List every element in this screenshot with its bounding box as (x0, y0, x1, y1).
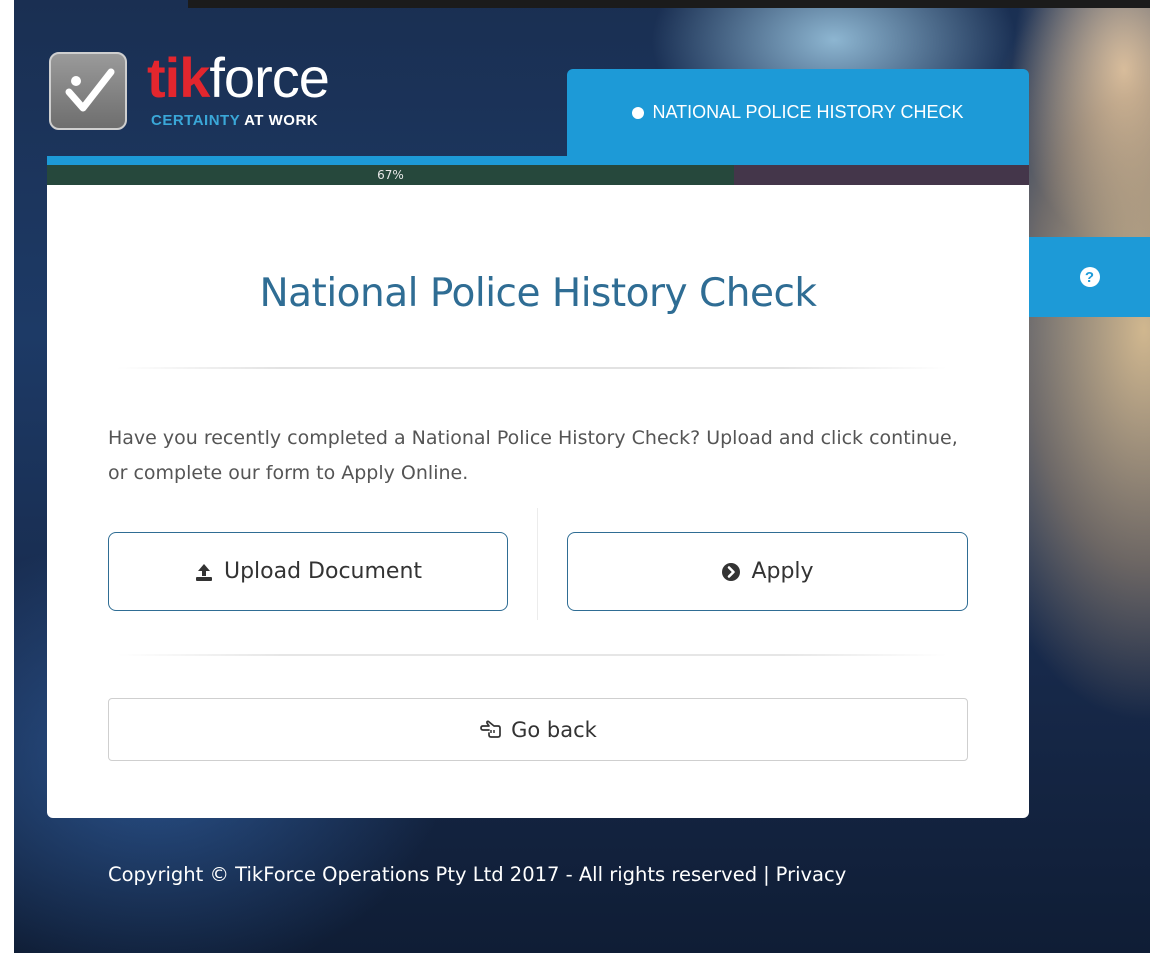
progress-bar: 67% (47, 156, 1029, 186)
progress-track: 67% (47, 165, 1029, 185)
vertical-divider (537, 508, 538, 620)
go-back-button[interactable]: Go back (108, 698, 968, 761)
tab-label: NATIONAL POLICE HISTORY CHECK (652, 102, 964, 122)
header: tikforce CERTAINTY AT WORK NATIONAL POLI… (47, 40, 1029, 156)
upload-icon (195, 563, 212, 581)
hand-point-left-icon (480, 720, 501, 738)
apply-button-label: Apply (751, 559, 814, 584)
logo-wordmark: tikforce (147, 46, 330, 109)
chevron-circle-right-icon (722, 562, 741, 581)
footer-separator: | (763, 863, 770, 886)
upload-document-button[interactable]: Upload Document (108, 532, 508, 611)
copyright-text: Copyright © TikForce Operations Pty Ltd … (108, 863, 758, 886)
logo-tagline: CERTAINTY AT WORK (151, 112, 319, 129)
privacy-link[interactable]: Privacy (776, 863, 847, 886)
help-tab[interactable]: ? (1029, 237, 1150, 317)
progress-accent-strip (47, 156, 1029, 165)
circle-dot-icon (632, 106, 645, 119)
footer: Copyright © TikForce Operations Pty Ltd … (108, 863, 846, 886)
top-dark-bar (188, 0, 1150, 8)
go-back-label: Go back (511, 717, 597, 742)
description-text: Have you recently completed a National P… (108, 427, 958, 484)
main-card: National Police History Check Have you r… (47, 185, 1029, 818)
apply-button[interactable]: Apply (567, 532, 968, 611)
question-circle-icon: ? (1079, 267, 1100, 287)
divider (117, 367, 947, 369)
divider (117, 654, 947, 656)
checkmark-logo-icon (49, 52, 127, 130)
tab-national-police-history-check[interactable]: NATIONAL POLICE HISTORY CHECK (567, 69, 1029, 156)
tikforce-logo[interactable]: tikforce CERTAINTY AT WORK (47, 46, 407, 150)
upload-button-label: Upload Document (223, 559, 423, 584)
page-title: National Police History Check (259, 271, 817, 316)
progress-label: 67% (377, 168, 404, 182)
left-margin (0, 0, 14, 953)
